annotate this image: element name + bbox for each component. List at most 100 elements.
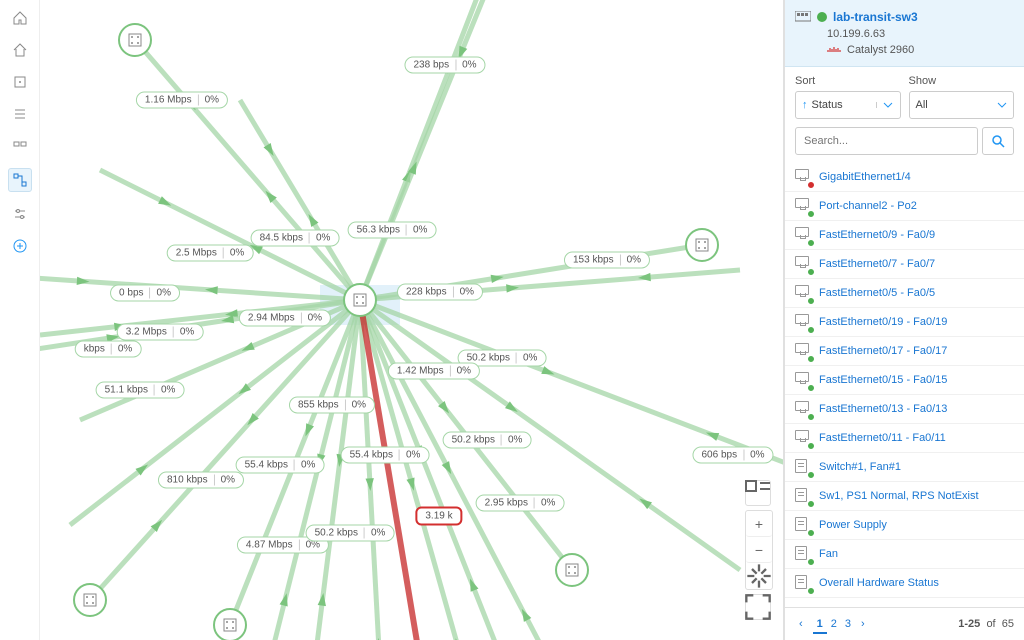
edge-label[interactable]: 55.4 kbps0% [236, 457, 325, 474]
edge-label[interactable]: 50.2 kbps0% [443, 432, 532, 449]
edge-label[interactable]: 228 kbps0% [397, 284, 483, 301]
interface-link[interactable]: FastEthernet0/15 - Fa0/15 [819, 374, 947, 386]
edge-label[interactable]: 153 kbps0% [564, 252, 650, 269]
map-legend-button[interactable] [745, 480, 771, 506]
interface-link[interactable]: FastEthernet0/5 - Fa0/5 [819, 287, 935, 299]
edge-label[interactable]: 1.42 Mbps0% [388, 363, 480, 380]
port-icon [795, 343, 811, 359]
topology-node[interactable] [74, 584, 106, 616]
port-icon [795, 285, 811, 301]
document-icon [795, 575, 811, 591]
chevron-down-icon [883, 102, 893, 108]
pager-next[interactable]: › [861, 618, 865, 630]
pager-prev[interactable]: ‹ [795, 616, 807, 632]
topology-node[interactable] [344, 284, 376, 316]
interface-link[interactable]: Switch#1, Fan#1 [819, 461, 901, 473]
edge-label[interactable]: 855 kbps0% [289, 397, 375, 414]
edge-label[interactable]: 810 kbps0% [158, 472, 244, 489]
search-row [785, 123, 1024, 163]
switch-icon [795, 11, 811, 23]
list-item[interactable]: FastEthernet0/17 - Fa0/17 [785, 337, 1024, 366]
pager-page[interactable]: 1 [813, 616, 827, 634]
interface-link[interactable]: GigabitEthernet1/4 [819, 171, 911, 183]
edge-label[interactable]: 0 bps0% [110, 285, 180, 302]
search-button[interactable] [982, 127, 1014, 155]
interface-link[interactable]: FastEthernet0/13 - Fa0/13 [819, 403, 947, 415]
edge-label[interactable]: kbps0% [75, 341, 142, 358]
pager: ‹ 123 › 1-25 of 65 [785, 607, 1024, 640]
topology-node[interactable] [119, 24, 151, 56]
nav-topology-icon[interactable] [8, 168, 32, 192]
interface-list[interactable]: GigabitEthernet1/4 Port-channel2 - Po2 Fas… [785, 163, 1024, 607]
sort-dropdown[interactable]: ↑Status [795, 91, 901, 119]
interface-link[interactable]: FastEthernet0/17 - Fa0/17 [819, 345, 947, 357]
topology-node[interactable] [556, 554, 588, 586]
list-item[interactable]: FastEthernet0/13 - Fa0/13 [785, 395, 1024, 424]
nav-home-icon[interactable] [10, 8, 30, 28]
device-name-link[interactable]: lab-transit-sw3 [833, 10, 918, 24]
list-item[interactable]: GigabitEthernet1/4 [785, 163, 1024, 192]
document-icon [795, 517, 811, 533]
search-input[interactable] [795, 127, 978, 155]
interface-link[interactable]: FastEthernet0/11 - Fa0/11 [819, 432, 946, 444]
list-item[interactable]: FastEthernet0/9 - Fa0/9 [785, 221, 1024, 250]
edge-label[interactable]: 2.94 Mbps0% [239, 310, 331, 327]
edge-label[interactable]: 84.5 kbps0% [251, 230, 340, 247]
list-item[interactable]: FastEthernet0/11 - Fa0/11 [785, 424, 1024, 453]
port-icon [795, 169, 811, 185]
interface-link[interactable]: Fan [819, 548, 838, 560]
edge-label[interactable]: 2.95 kbps0% [476, 495, 565, 512]
list-item[interactable]: FastEthernet0/5 - Fa0/5 [785, 279, 1024, 308]
interface-link[interactable]: FastEthernet0/7 - Fa0/7 [819, 258, 935, 270]
edge-label[interactable]: 238 bps0% [404, 57, 485, 74]
document-icon [795, 488, 811, 504]
port-icon [795, 430, 811, 446]
device-panel: lab-transit-sw3 10.199.6.63 Catalyst 296… [784, 0, 1024, 640]
show-label: Show [909, 75, 1015, 87]
nav-add-icon[interactable] [10, 236, 30, 256]
list-item[interactable]: Power Supply [785, 511, 1024, 540]
list-item[interactable]: Sw1, PS1 Normal, RPS NotExist [785, 482, 1024, 511]
nav-device-icon[interactable] [10, 72, 30, 92]
nav-sliders-icon[interactable] [10, 204, 30, 224]
nav-list-icon[interactable] [10, 104, 30, 124]
interface-link[interactable]: Port-channel2 - Po2 [819, 200, 917, 212]
interface-link[interactable]: Overall Hardware Status [819, 577, 939, 589]
edge-label-critical[interactable]: 3.19 k [415, 507, 462, 526]
topology-node[interactable] [686, 229, 718, 261]
device-type: Catalyst 2960 [847, 44, 914, 56]
filter-row: Sort ↑Status Show All [785, 67, 1024, 123]
interface-link[interactable]: FastEthernet0/19 - Fa0/19 [819, 316, 947, 328]
edge-label[interactable]: 2.5 Mbps0% [167, 245, 254, 262]
status-dot-icon [817, 12, 827, 22]
list-item[interactable]: FastEthernet0/15 - Fa0/15 [785, 366, 1024, 395]
document-icon [795, 546, 811, 562]
interface-link[interactable]: FastEthernet0/9 - Fa0/9 [819, 229, 935, 241]
search-icon [991, 134, 1005, 148]
list-item[interactable]: Switch#1, Fan#1 [785, 453, 1024, 482]
edge-label[interactable]: 3.2 Mbps0% [117, 324, 204, 341]
interface-link[interactable]: Power Supply [819, 519, 887, 531]
edge-label[interactable]: 56.3 kbps0% [348, 222, 437, 239]
edge-label[interactable]: 50.2 kbps0% [306, 525, 395, 542]
list-item[interactable]: FastEthernet0/7 - Fa0/7 [785, 250, 1024, 279]
interface-link[interactable]: Sw1, PS1 Normal, RPS NotExist [819, 490, 979, 502]
edge-label[interactable]: 55.4 kbps0% [341, 447, 430, 464]
list-item[interactable]: FastEthernet0/19 - Fa0/19 [785, 308, 1024, 337]
topology-node[interactable] [214, 609, 246, 640]
port-icon [795, 372, 811, 388]
edge-label[interactable]: 51.1 kbps0% [96, 382, 185, 399]
pager-page[interactable]: 3 [841, 616, 855, 632]
edge-label[interactable]: 1.16 Mbps0% [136, 92, 228, 109]
port-icon [795, 227, 811, 243]
fullscreen-button[interactable] [745, 594, 771, 620]
topology-canvas[interactable]: 1.16 Mbps0% 238 bps0% 2.5 Mbps0% 0 bps0% 3.2… [40, 0, 784, 640]
show-dropdown[interactable]: All [909, 91, 1015, 119]
pager-page[interactable]: 2 [827, 616, 841, 632]
list-item[interactable]: Port-channel2 - Po2 [785, 192, 1024, 221]
list-item[interactable]: Fan [785, 540, 1024, 569]
list-item[interactable]: Overall Hardware Status [785, 569, 1024, 598]
nav-home2-icon[interactable] [10, 40, 30, 60]
nav-ports-icon[interactable] [10, 136, 30, 156]
panel-header: lab-transit-sw3 10.199.6.63 Catalyst 296… [785, 0, 1024, 67]
